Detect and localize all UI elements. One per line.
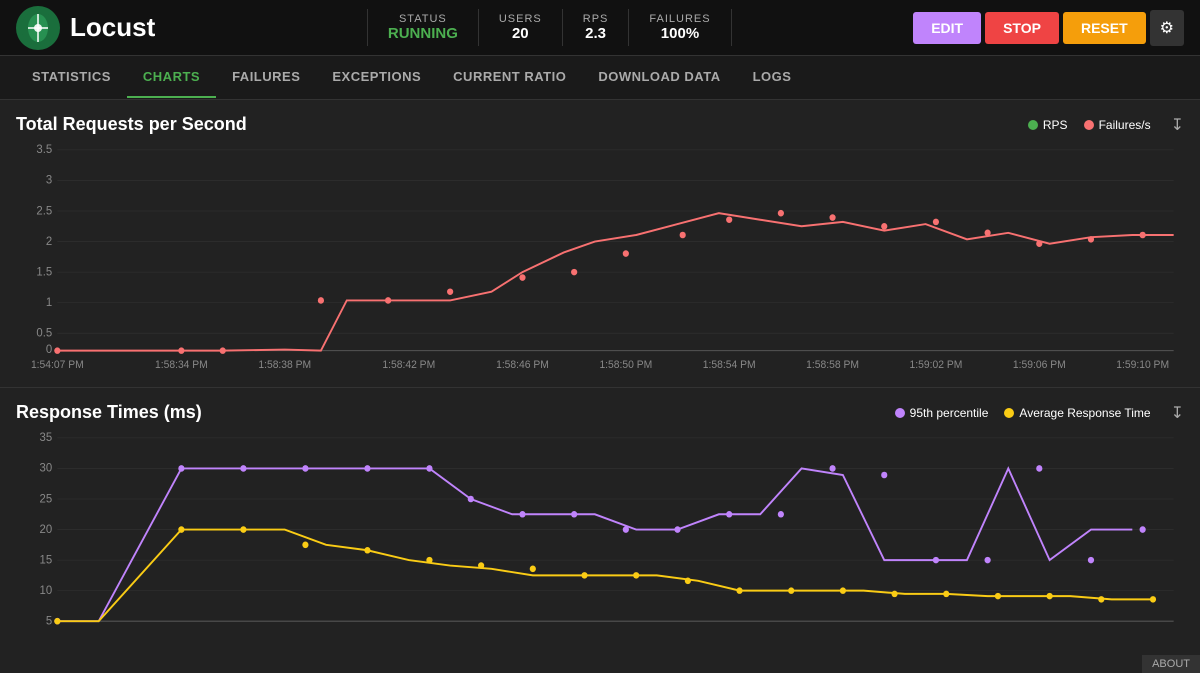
chart-response-header: Response Times (ms) 95th percentile Aver… <box>16 402 1184 423</box>
svg-text:2: 2 <box>46 235 52 248</box>
svg-text:3: 3 <box>46 173 52 186</box>
users-value: 20 <box>499 25 542 42</box>
legend-95th-label: 95th percentile <box>910 406 989 420</box>
chart-rps-wrap: 3.5 3 2.5 2 1.5 1 0.5 0 <box>16 139 1184 379</box>
logo-area: Locust <box>16 6 155 50</box>
chart-rps-title: Total Requests per Second <box>16 114 247 135</box>
failures-label: FAILURES <box>649 13 710 25</box>
charts-area: Total Requests per Second RPS Failures/s… <box>0 100 1200 673</box>
svg-text:25: 25 <box>40 492 53 505</box>
header-buttons: EDIT STOP RESET ⚙ <box>913 10 1184 46</box>
svg-text:5: 5 <box>46 614 52 627</box>
svg-text:1:58:58 PM: 1:58:58 PM <box>806 359 859 371</box>
svg-text:15: 15 <box>40 553 53 566</box>
legend-rps-dot <box>1028 120 1038 130</box>
nav-current-ratio[interactable]: CURRENT RATIO <box>437 57 582 98</box>
legend-rps: RPS <box>1028 118 1068 132</box>
svg-text:0: 0 <box>46 343 53 356</box>
settings-button[interactable]: ⚙ <box>1150 10 1184 46</box>
nav-charts[interactable]: CHARTS <box>127 57 216 98</box>
nav-logs[interactable]: LOGS <box>737 57 808 98</box>
legend-avg: Average Response Time <box>1004 406 1150 420</box>
svg-text:30: 30 <box>40 461 53 474</box>
nav-exceptions[interactable]: EXCEPTIONS <box>316 57 437 98</box>
chart-response-title: Response Times (ms) <box>16 402 202 423</box>
svg-text:35: 35 <box>40 431 53 444</box>
legend-avg-label: Average Response Time <box>1019 406 1150 420</box>
download-response-button[interactable]: ↧ <box>1171 403 1184 423</box>
nav-failures[interactable]: FAILURES <box>216 57 316 98</box>
chart-rps-legend: RPS Failures/s <box>1028 118 1151 132</box>
failures-value: 100% <box>649 25 710 42</box>
svg-text:20: 20 <box>40 523 53 536</box>
svg-text:1:58:50 PM: 1:58:50 PM <box>599 359 652 371</box>
chart-rps-svg: 3.5 3 2.5 2 1.5 1 0.5 0 <box>16 139 1184 379</box>
legend-95th: 95th percentile <box>895 406 989 420</box>
app-title: Locust <box>70 12 155 43</box>
nav: STATISTICS CHARTS FAILURES EXCEPTIONS CU… <box>0 56 1200 100</box>
chart-response-svg: 35 30 25 20 15 10 5 <box>16 427 1184 667</box>
svg-text:1:59:06 PM: 1:59:06 PM <box>1013 359 1066 371</box>
legend-rps-label: RPS <box>1043 118 1068 132</box>
legend-failures: Failures/s <box>1084 118 1151 132</box>
chart-response-wrap: 35 30 25 20 15 10 5 <box>16 427 1184 667</box>
svg-text:0.5: 0.5 <box>36 326 52 339</box>
status-blocks: STATUS RUNNING USERS 20 RPS 2.3 FAILURES… <box>185 9 913 46</box>
status-block-users: USERS 20 <box>479 9 563 46</box>
svg-text:1.5: 1.5 <box>36 265 52 278</box>
chart-rps-container: Total Requests per Second RPS Failures/s… <box>0 100 1200 388</box>
legend-failures-dot <box>1084 120 1094 130</box>
svg-text:2.5: 2.5 <box>36 204 52 217</box>
rps-label: RPS <box>583 13 609 25</box>
svg-text:1:54:07 PM: 1:54:07 PM <box>31 359 84 371</box>
status-value: RUNNING <box>388 25 458 42</box>
svg-text:3.5: 3.5 <box>36 143 52 156</box>
svg-text:1:58:34 PM: 1:58:34 PM <box>155 359 208 371</box>
about-badge[interactable]: ABOUT <box>1142 655 1200 673</box>
nav-statistics[interactable]: STATISTICS <box>16 57 127 98</box>
nav-download-data[interactable]: DOWNLOAD DATA <box>582 57 736 98</box>
svg-text:1: 1 <box>46 296 52 309</box>
svg-text:1:59:10 PM: 1:59:10 PM <box>1116 359 1169 371</box>
svg-text:1:58:38 PM: 1:58:38 PM <box>258 359 311 371</box>
chart-response-container: Response Times (ms) 95th percentile Aver… <box>0 388 1200 673</box>
chart-rps-header: Total Requests per Second RPS Failures/s… <box>16 114 1184 135</box>
svg-text:1:58:54 PM: 1:58:54 PM <box>703 359 756 371</box>
legend-failures-label: Failures/s <box>1099 118 1151 132</box>
header: Locust STATUS RUNNING USERS 20 RPS 2.3 F… <box>0 0 1200 56</box>
legend-avg-dot <box>1004 408 1014 418</box>
rps-value: 2.3 <box>583 25 609 42</box>
svg-text:1:59:02 PM: 1:59:02 PM <box>910 359 963 371</box>
svg-text:1:58:42 PM: 1:58:42 PM <box>382 359 435 371</box>
stop-button[interactable]: STOP <box>985 12 1059 44</box>
legend-95th-dot <box>895 408 905 418</box>
reset-button[interactable]: RESET <box>1063 12 1146 44</box>
chart-response-legend: 95th percentile Average Response Time <box>895 406 1151 420</box>
status-block-failures: FAILURES 100% <box>629 9 731 46</box>
users-label: USERS <box>499 13 542 25</box>
svg-text:1:58:46 PM: 1:58:46 PM <box>496 359 549 371</box>
status-block-rps: RPS 2.3 <box>563 9 630 46</box>
edit-button[interactable]: EDIT <box>913 12 981 44</box>
logo-icon <box>16 6 60 50</box>
svg-text:10: 10 <box>40 584 53 597</box>
status-label: STATUS <box>388 13 458 25</box>
status-block-status: STATUS RUNNING <box>367 9 479 46</box>
download-rps-button[interactable]: ↧ <box>1171 115 1184 135</box>
